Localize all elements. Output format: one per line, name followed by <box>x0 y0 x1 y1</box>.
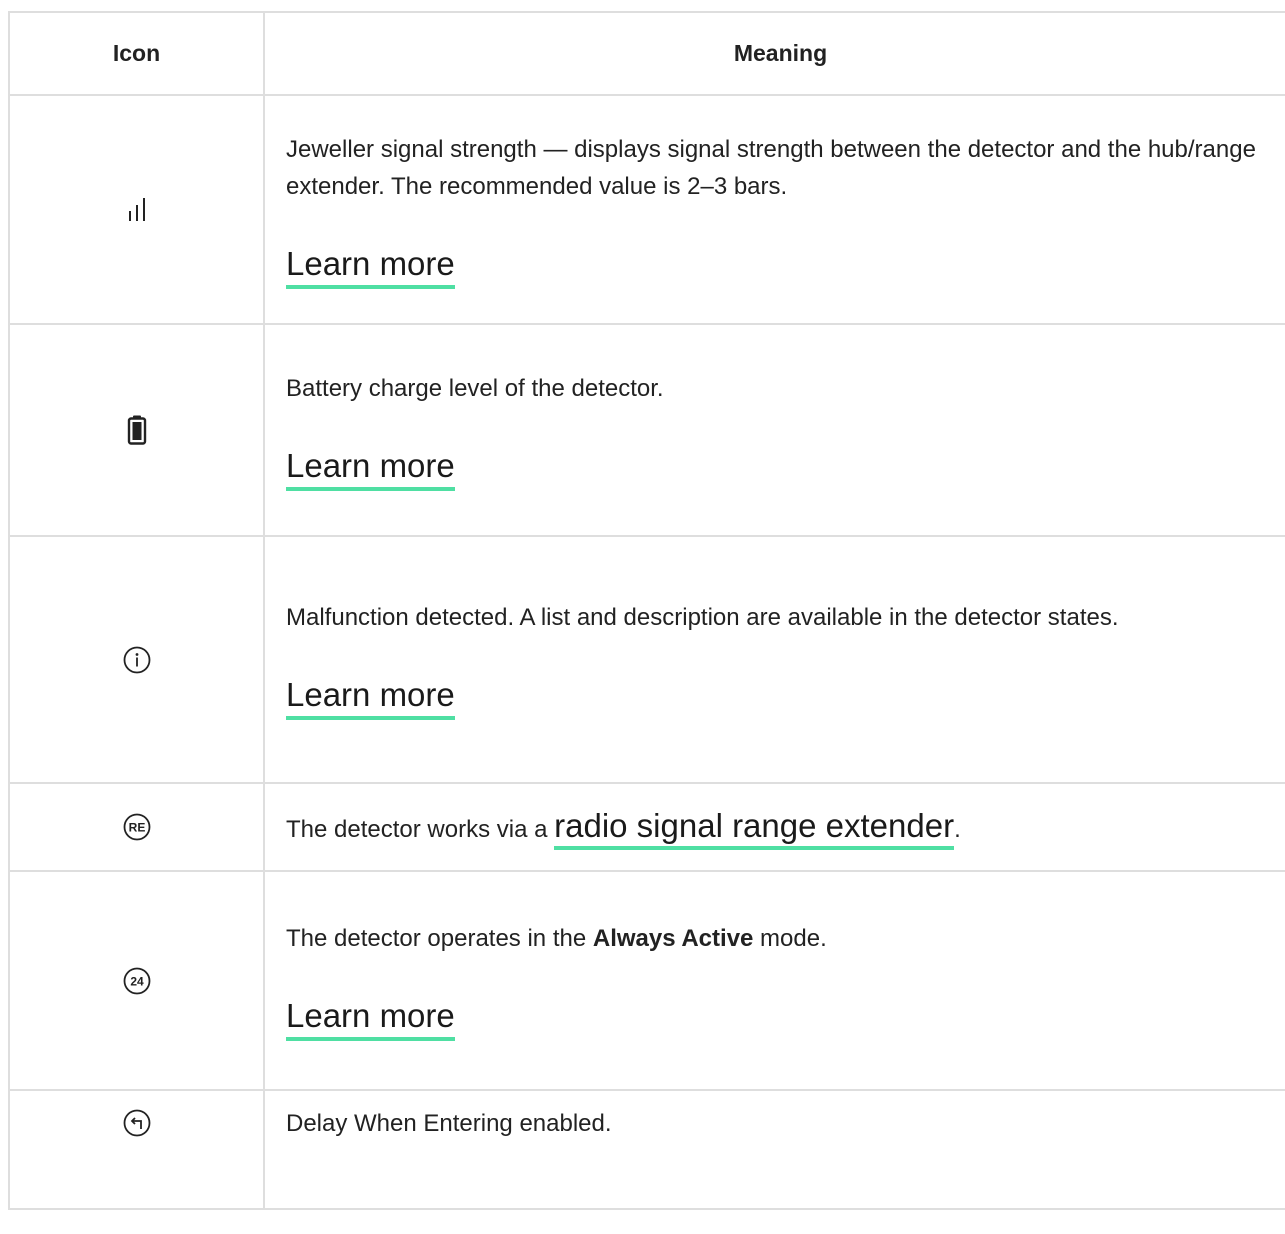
row-description: Battery charge level of the detector. <box>286 374 664 402</box>
meaning-cell: Jeweller signal strength — displays sign… <box>263 94 1285 325</box>
mode-name: Always Active <box>592 925 754 952</box>
header-meaning: Meaning <box>263 11 1285 96</box>
row-description-text: The detector operates in the <box>286 925 593 952</box>
meaning-cell: Malfunction detected. A list and descrip… <box>263 535 1285 784</box>
header-icon: Icon <box>8 11 265 96</box>
row-description: Malfunction detected. A list and descrip… <box>286 604 1119 631</box>
always-active-24-icon: 24 <box>122 967 152 994</box>
row-description: The detector operates in the Always Acti… <box>286 920 1276 957</box>
row-description: Jeweller signal strength — displays sign… <box>286 135 1256 200</box>
table-row: RE The detector works via a radio signal… <box>8 782 1285 872</box>
row-description: The detector works via a radio signal ra… <box>286 806 1276 850</box>
icon-cell <box>8 94 265 325</box>
always-active-icon-label: 24 <box>130 974 144 988</box>
range-extender-link[interactable]: radio signal range extender <box>554 806 955 850</box>
icon-cell: 24 <box>8 870 265 1091</box>
learn-more-link[interactable]: Learn more <box>286 675 455 720</box>
info-circle-icon <box>122 646 152 673</box>
learn-more-link[interactable]: Learn more <box>286 996 455 1041</box>
icon-cell <box>8 1089 265 1210</box>
table-row: Jeweller signal strength — displays sign… <box>8 94 1285 325</box>
signal-strength-icon <box>122 197 152 221</box>
row-description-end: . <box>954 815 961 843</box>
range-extender-icon-label: RE <box>128 821 145 835</box>
row-description-text: The detector works via a <box>286 815 555 843</box>
row-description: Delay When Entering enabled. <box>286 1110 612 1137</box>
battery-icon <box>127 415 147 445</box>
table-header-row: Icon Meaning <box>8 11 1285 96</box>
table-row: Delay When Entering enabled. <box>8 1089 1285 1210</box>
meaning-cell: The detector works via a radio signal ra… <box>263 782 1285 872</box>
icon-cell: RE <box>8 782 265 872</box>
row-description-end: mode. <box>753 925 827 952</box>
meaning-cell: Battery charge level of the detector. Le… <box>263 323 1285 537</box>
table-row: 24 The detector operates in the Always A… <box>8 870 1285 1091</box>
learn-more-link[interactable]: Learn more <box>286 446 455 491</box>
table-row: Battery charge level of the detector. Le… <box>8 323 1285 537</box>
meaning-cell: Delay When Entering enabled. <box>263 1089 1285 1210</box>
icon-cell <box>8 535 265 784</box>
delay-entering-icon <box>122 1109 152 1137</box>
icon-cell <box>8 323 265 537</box>
meaning-cell: The detector operates in the Always Acti… <box>263 870 1285 1091</box>
icons-table: Icon Meaning Jeweller signal strength — … <box>8 11 1285 1210</box>
learn-more-link[interactable]: Learn more <box>286 244 455 289</box>
table-row: Malfunction detected. A list and descrip… <box>8 535 1285 784</box>
range-extender-icon: RE <box>122 813 152 841</box>
